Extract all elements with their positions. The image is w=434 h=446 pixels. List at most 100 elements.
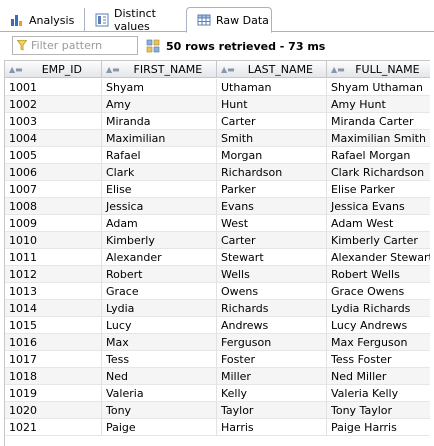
- cell-last-name[interactable]: West: [217, 215, 327, 232]
- cell-full-name[interactable]: Rafael Morgan: [327, 147, 430, 164]
- cell-full-name[interactable]: Lucy Andrews: [327, 317, 430, 334]
- cell-emp-id[interactable]: 1003: [5, 113, 102, 130]
- cell-emp-id[interactable]: 1013: [5, 283, 102, 300]
- cell-last-name[interactable]: Andrews: [217, 317, 327, 334]
- cell-full-name[interactable]: Elise Parker: [327, 181, 430, 198]
- cell-full-name[interactable]: Valeria Kelly: [327, 385, 430, 402]
- cell-last-name[interactable]: Owens: [217, 283, 327, 300]
- table-row[interactable]: 1011 Alexander Stewart Alexander Stewart: [5, 249, 430, 266]
- cell-emp-id[interactable]: 1005: [5, 147, 102, 164]
- cell-first-name[interactable]: Paige: [102, 419, 217, 436]
- table-row[interactable]: 1010 Kimberly Carter Kimberly Carter: [5, 232, 430, 249]
- cell-emp-id[interactable]: 1020: [5, 402, 102, 419]
- cell-last-name[interactable]: Richards: [217, 300, 327, 317]
- cell-first-name[interactable]: Adam: [102, 215, 217, 232]
- cell-emp-id[interactable]: 1015: [5, 317, 102, 334]
- filter-box[interactable]: [12, 36, 138, 55]
- cell-emp-id[interactable]: 1017: [5, 351, 102, 368]
- cell-first-name[interactable]: Miranda: [102, 113, 217, 130]
- cell-emp-id[interactable]: 1016: [5, 334, 102, 351]
- filter-pattern-input[interactable]: [31, 39, 131, 52]
- cell-last-name[interactable]: Kelly: [217, 385, 327, 402]
- cell-full-name[interactable]: Ned Miller: [327, 368, 430, 385]
- cell-last-name[interactable]: Hunt: [217, 96, 327, 113]
- cell-emp-id[interactable]: 1010: [5, 232, 102, 249]
- cell-emp-id[interactable]: 1021: [5, 419, 102, 436]
- cell-first-name[interactable]: Jessica: [102, 198, 217, 215]
- cell-last-name[interactable]: Smith: [217, 130, 327, 147]
- table-row[interactable]: 1017 Tess Foster Tess Foster: [5, 351, 430, 368]
- cell-last-name[interactable]: Carter: [217, 232, 327, 249]
- cell-first-name[interactable]: Tony: [102, 402, 217, 419]
- cell-last-name[interactable]: Evans: [217, 198, 327, 215]
- table-row[interactable]: 1021 Paige Harris Paige Harris: [5, 419, 430, 436]
- table-row[interactable]: 1009 Adam West Adam West: [5, 215, 430, 232]
- cell-last-name[interactable]: Foster: [217, 351, 327, 368]
- cell-last-name[interactable]: Miller: [217, 368, 327, 385]
- cell-full-name[interactable]: Max Ferguson: [327, 334, 430, 351]
- table-row[interactable]: 1003 Miranda Carter Miranda Carter: [5, 113, 430, 130]
- cell-last-name[interactable]: Ferguson: [217, 334, 327, 351]
- cell-last-name[interactable]: Uthaman: [217, 79, 327, 96]
- table-row[interactable]: 1005 Rafael Morgan Rafael Morgan: [5, 147, 430, 164]
- cell-first-name[interactable]: Shyam: [102, 79, 217, 96]
- cell-full-name[interactable]: Tony Taylor: [327, 402, 430, 419]
- tab-distinct-values[interactable]: Distinct values: [84, 7, 184, 33]
- raw-data-grid[interactable]: ▲▬ EMP_ID ▲▬ FIRST_NAME ▲▬ LAST_NAME ▲▬ …: [4, 60, 430, 446]
- cell-full-name[interactable]: Adam West: [327, 215, 430, 232]
- cell-full-name[interactable]: Amy Hunt: [327, 96, 430, 113]
- cell-last-name[interactable]: Parker: [217, 181, 327, 198]
- column-header-full-name[interactable]: ▲▬ FULL_NAME: [327, 61, 430, 78]
- cell-last-name[interactable]: Stewart: [217, 249, 327, 266]
- tab-raw-data[interactable]: Raw Data: [186, 7, 272, 33]
- table-row[interactable]: 1015 Lucy Andrews Lucy Andrews: [5, 317, 430, 334]
- cell-emp-id[interactable]: 1014: [5, 300, 102, 317]
- cell-first-name[interactable]: Elise: [102, 181, 217, 198]
- cell-full-name[interactable]: Lydia Richards: [327, 300, 430, 317]
- cell-last-name[interactable]: Wells: [217, 266, 327, 283]
- table-row[interactable]: 1019 Valeria Kelly Valeria Kelly: [5, 385, 430, 402]
- cell-last-name[interactable]: Taylor: [217, 402, 327, 419]
- cell-full-name[interactable]: Miranda Carter: [327, 113, 430, 130]
- table-row[interactable]: 1002 Amy Hunt Amy Hunt: [5, 96, 430, 113]
- cell-full-name[interactable]: Robert Wells: [327, 266, 430, 283]
- column-header-first-name[interactable]: ▲▬ FIRST_NAME: [102, 61, 217, 78]
- cell-first-name[interactable]: Valeria: [102, 385, 217, 402]
- cell-full-name[interactable]: Shyam Uthaman: [327, 79, 430, 96]
- table-row[interactable]: 1004 Maximilian Smith Maximilian Smith: [5, 130, 430, 147]
- cell-full-name[interactable]: Jessica Evans: [327, 198, 430, 215]
- cell-emp-id[interactable]: 1012: [5, 266, 102, 283]
- cell-first-name[interactable]: Lydia: [102, 300, 217, 317]
- table-row[interactable]: 1014 Lydia Richards Lydia Richards: [5, 300, 430, 317]
- cell-full-name[interactable]: Clark Richardson: [327, 164, 430, 181]
- table-row[interactable]: 1013 Grace Owens Grace Owens: [5, 283, 430, 300]
- cell-emp-id[interactable]: 1011: [5, 249, 102, 266]
- cell-last-name[interactable]: Harris: [217, 419, 327, 436]
- table-row[interactable]: 1001 Shyam Uthaman Shyam Uthaman: [5, 79, 430, 96]
- cell-full-name[interactable]: Alexander Stewart: [327, 249, 430, 266]
- cell-last-name[interactable]: Morgan: [217, 147, 327, 164]
- cell-emp-id[interactable]: 1018: [5, 368, 102, 385]
- table-row[interactable]: 1020 Tony Taylor Tony Taylor: [5, 402, 430, 419]
- table-row[interactable]: 1006 Clark Richardson Clark Richardson: [5, 164, 430, 181]
- cell-full-name[interactable]: Maximilian Smith: [327, 130, 430, 147]
- cell-first-name[interactable]: Rafael: [102, 147, 217, 164]
- cell-first-name[interactable]: Grace: [102, 283, 217, 300]
- column-header-emp-id[interactable]: ▲▬ EMP_ID: [5, 61, 102, 78]
- table-row[interactable]: 1016 Max Ferguson Max Ferguson: [5, 334, 430, 351]
- cell-emp-id[interactable]: 1007: [5, 181, 102, 198]
- tab-analysis[interactable]: Analysis: [0, 8, 84, 32]
- cell-last-name[interactable]: Richardson: [217, 164, 327, 181]
- table-row[interactable]: 1007 Elise Parker Elise Parker: [5, 181, 430, 198]
- cell-first-name[interactable]: Alexander: [102, 249, 217, 266]
- cell-first-name[interactable]: Max: [102, 334, 217, 351]
- cell-first-name[interactable]: Maximilian: [102, 130, 217, 147]
- cell-emp-id[interactable]: 1006: [5, 164, 102, 181]
- cell-emp-id[interactable]: 1008: [5, 198, 102, 215]
- cell-last-name[interactable]: Carter: [217, 113, 327, 130]
- cell-full-name[interactable]: Grace Owens: [327, 283, 430, 300]
- cell-emp-id[interactable]: 1001: [5, 79, 102, 96]
- cell-full-name[interactable]: Paige Harris: [327, 419, 430, 436]
- cell-first-name[interactable]: Tess: [102, 351, 217, 368]
- cell-emp-id[interactable]: 1004: [5, 130, 102, 147]
